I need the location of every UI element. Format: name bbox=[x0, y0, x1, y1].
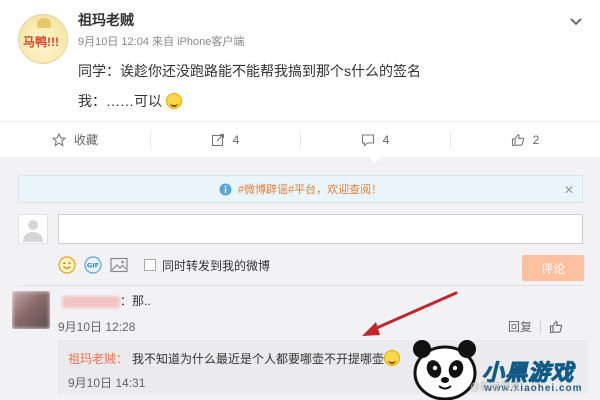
gif-icon[interactable]: GIF bbox=[84, 256, 102, 274]
comment-icon bbox=[361, 133, 374, 147]
comment-text: ：那.. bbox=[120, 294, 151, 308]
avatar-duck-tuft bbox=[37, 18, 51, 28]
favorite-label: 收藏 bbox=[73, 133, 98, 147]
repost-checkbox[interactable] bbox=[144, 259, 156, 271]
reply-button[interactable]: 回复 bbox=[508, 318, 532, 335]
svg-text:GIF: GIF bbox=[87, 262, 99, 270]
avatar-text: 马鸭!!! bbox=[23, 35, 59, 49]
default-user-icon bbox=[23, 220, 43, 242]
repost-icon bbox=[211, 133, 224, 146]
post-source-prefix: 来自 bbox=[152, 36, 174, 48]
close-icon[interactable]: ✕ bbox=[564, 183, 574, 197]
grin-emoji-icon bbox=[165, 93, 182, 109]
repost-button[interactable]: 4 bbox=[150, 122, 300, 157]
post-action-bar: 收藏 4 4 2 bbox=[0, 121, 600, 163]
like-button[interactable]: 2 bbox=[450, 122, 600, 157]
comment-divider bbox=[18, 285, 583, 286]
commenter-avatar[interactable] bbox=[12, 291, 50, 329]
post-author-avatar[interactable]: 马鸭!!! bbox=[18, 14, 68, 64]
emoji-icon[interactable] bbox=[58, 256, 76, 274]
reply-text: 我不知道为什么最近是个人都要哪壶不开提哪壶 bbox=[132, 350, 401, 367]
post-content-line-2: 我：……可以 bbox=[78, 92, 182, 110]
thumbs-up-icon bbox=[511, 133, 524, 146]
comment-button[interactable]: 4 bbox=[300, 122, 450, 163]
rumor-notice-banner[interactable]: #微博辟谣#平台，欢迎查阅！ ✕ bbox=[18, 175, 583, 203]
comment-input[interactable] bbox=[58, 214, 583, 244]
reply-text-content: 我不知道为什么最近是个人都要哪壶不开提哪壶 bbox=[132, 352, 385, 366]
favorite-button[interactable]: 收藏 bbox=[0, 122, 150, 157]
post-timestamp[interactable]: 9月10日 12:04 bbox=[78, 36, 149, 48]
post-meta: 9月10日 12:04 来自 iPhone客户端 bbox=[78, 33, 244, 49]
comment-actions: 回复 bbox=[508, 318, 567, 335]
thumbs-up-icon[interactable] bbox=[549, 320, 563, 334]
post-content-line-2-text: 我：……可以 bbox=[78, 93, 162, 109]
post-content-line-1: 同学：诶趁你还没跑路能不能帮我搞到那个s什么的签名 bbox=[78, 63, 421, 79]
image-icon[interactable] bbox=[110, 257, 128, 273]
notice-text[interactable]: #微博辟谣#平台，欢迎查阅！ bbox=[238, 181, 382, 197]
repost-checkbox-label[interactable]: 同时转发到我的微博 bbox=[162, 257, 270, 274]
weibo-post-card: 马鸭!!! 祖玛老贼 9月10日 12:04 来自 iPhone客户端 同学：诶… bbox=[0, 0, 600, 163]
action-separator bbox=[540, 320, 542, 333]
repost-count: 4 bbox=[232, 132, 240, 147]
submit-comment-button[interactable]: 评论 bbox=[522, 255, 584, 281]
post-author-name[interactable]: 祖玛老贼 bbox=[78, 10, 134, 30]
post-source[interactable]: iPhone客户端 bbox=[177, 36, 244, 48]
comment-count: 4 bbox=[382, 132, 390, 147]
grin-emoji-icon bbox=[384, 350, 401, 366]
comment-timestamp: 9月10日 12:28 bbox=[58, 320, 136, 334]
chevron-down-icon[interactable] bbox=[568, 14, 584, 30]
reply-timestamp: 9月10日 14:31 bbox=[68, 376, 146, 390]
commenter-name-redacted bbox=[62, 296, 120, 308]
comment-toolbar: GIF 同时转发到我的微博 bbox=[58, 254, 270, 276]
info-icon bbox=[219, 183, 232, 195]
like-count: 2 bbox=[532, 132, 540, 147]
star-icon bbox=[51, 132, 66, 147]
current-user-avatar bbox=[18, 214, 48, 244]
reply-author-name[interactable]: 祖玛老贼： bbox=[68, 350, 128, 367]
faint-watermark: @新浪游戏 bbox=[470, 382, 521, 393]
